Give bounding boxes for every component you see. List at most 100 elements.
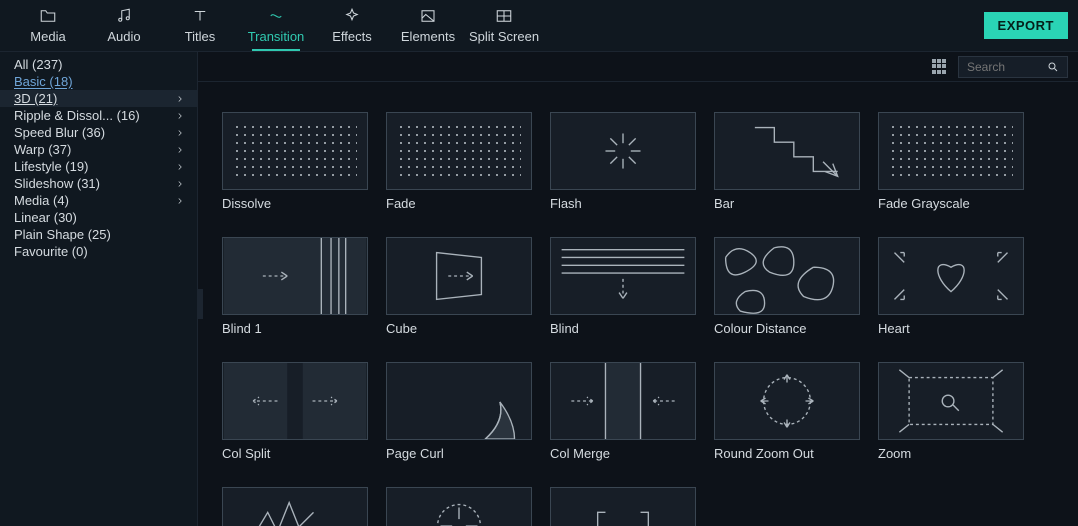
transition-item[interactable]: Flash <box>550 112 696 217</box>
transition-thumb <box>386 112 532 190</box>
transition-label: Col Merge <box>550 446 696 461</box>
transition-thumb <box>386 362 532 440</box>
transition-label: Blind <box>550 321 696 336</box>
transition-item[interactable]: Col Merge <box>550 362 696 467</box>
chevron-right-icon <box>175 196 185 206</box>
transition-item[interactable]: Zoom <box>878 362 1024 467</box>
tab-audio[interactable]: Audio <box>86 0 162 51</box>
transition-item[interactable]: Fade <box>386 112 532 217</box>
chevron-right-icon <box>175 94 185 104</box>
tab-titles[interactable]: Titles <box>162 0 238 51</box>
search-field[interactable] <box>958 56 1068 78</box>
transition-label: Flash <box>550 196 696 211</box>
transition-label: Zoom <box>878 446 1024 461</box>
search-input[interactable] <box>967 60 1047 74</box>
chevron-right-icon <box>175 179 185 189</box>
transition-item[interactable]: Round Zoom Out <box>714 362 860 467</box>
transition-item[interactable]: Page Curl <box>386 362 532 467</box>
transition-item[interactable]: Dissolve <box>222 112 368 217</box>
sidebar-item-3[interactable]: Ripple & Dissol... (16) <box>0 107 197 124</box>
sidebar-item-6[interactable]: Lifestyle (19) <box>0 158 197 175</box>
transition-label: Blind 1 <box>222 321 368 336</box>
transition-item[interactable] <box>386 487 532 526</box>
sidebar-item-2[interactable]: 3D (21) <box>0 90 197 107</box>
transition-thumb <box>386 237 532 315</box>
transition-grid: Dissolve Fade Flash Bar Fade Grayscale Blind … <box>198 82 1078 526</box>
sidebar-item-1[interactable]: Basic (18) <box>0 73 197 90</box>
sidebar-item-label: Linear (30) <box>14 210 77 225</box>
transition-label: Fade <box>386 196 532 211</box>
transition-thumb <box>550 487 696 526</box>
transition-item[interactable]: Heart <box>878 237 1024 342</box>
transition-thumb <box>222 487 368 526</box>
transition-item[interactable] <box>550 487 696 526</box>
sidebar-item-label: Slideshow (31) <box>14 176 100 191</box>
chevron-right-icon <box>175 145 185 155</box>
sidebar-item-label: 3D (21) <box>14 91 57 106</box>
transition-thumb <box>550 362 696 440</box>
category-sidebar: All (237) Basic (18) 3D (21) Ripple & Disso… <box>0 52 198 526</box>
tab-splitscreen[interactable]: Split Screen <box>466 0 542 51</box>
transition-thumb <box>714 112 860 190</box>
sidebar-item-label: Lifestyle (19) <box>14 159 88 174</box>
transition-item[interactable]: Bar <box>714 112 860 217</box>
sidebar-item-label: All (237) <box>14 57 62 72</box>
tab-media-label: Media <box>30 29 65 44</box>
sidebar-item-label: Media (4) <box>14 193 69 208</box>
sidebar-item-label: Ripple & Dissol... (16) <box>14 108 140 123</box>
chevron-right-icon <box>175 128 185 138</box>
chevron-right-icon <box>175 111 185 121</box>
transition-item[interactable] <box>222 487 368 526</box>
transition-label: Colour Distance <box>714 321 860 336</box>
transition-item[interactable]: Colour Distance <box>714 237 860 342</box>
tab-titles-label: Titles <box>185 29 216 44</box>
transition-thumb <box>878 237 1024 315</box>
tab-effects-label: Effects <box>332 29 372 44</box>
transition-label: Dissolve <box>222 196 368 211</box>
sidebar-item-10[interactable]: Plain Shape (25) <box>0 226 197 243</box>
export-button[interactable]: EXPORT <box>984 12 1068 39</box>
sidebar-item-label: Speed Blur (36) <box>14 125 105 140</box>
sidebar-item-label: Warp (37) <box>14 142 71 157</box>
transition-label: Col Split <box>222 446 368 461</box>
transition-item[interactable]: Fade Grayscale <box>878 112 1024 217</box>
transition-item[interactable]: Blind 1 <box>222 237 368 342</box>
tab-elements[interactable]: Elements <box>390 0 466 51</box>
transition-item[interactable]: Cube <box>386 237 532 342</box>
sidebar-item-11[interactable]: Favourite (0) <box>0 243 197 260</box>
transition-thumb <box>222 237 368 315</box>
sidebar-item-7[interactable]: Slideshow (31) <box>0 175 197 192</box>
tab-transition[interactable]: Transition <box>238 0 314 51</box>
transition-label: Fade Grayscale <box>878 196 1024 211</box>
sidebar-item-9[interactable]: Linear (30) <box>0 209 197 226</box>
tab-elements-label: Elements <box>401 29 455 44</box>
transition-label: Bar <box>714 196 860 211</box>
tab-media[interactable]: Media <box>10 0 86 51</box>
transition-label: Cube <box>386 321 532 336</box>
view-grid-icon[interactable] <box>932 59 948 75</box>
transition-thumb <box>878 362 1024 440</box>
tab-effects[interactable]: Effects <box>314 0 390 51</box>
transition-thumb <box>222 362 368 440</box>
sidebar-item-4[interactable]: Speed Blur (36) <box>0 124 197 141</box>
search-icon <box>1047 61 1059 73</box>
sidebar-item-label: Plain Shape (25) <box>14 227 111 242</box>
transition-thumb <box>550 112 696 190</box>
transition-thumb <box>386 487 532 526</box>
transition-item[interactable]: Col Split <box>222 362 368 467</box>
top-toolbar: Media Audio Titles Transition Effects El… <box>0 0 1078 52</box>
sidebar-item-8[interactable]: Media (4) <box>0 192 197 209</box>
transition-thumb <box>222 112 368 190</box>
transition-thumb <box>878 112 1024 190</box>
sidebar-item-label: Basic (18) <box>14 74 73 89</box>
transition-item[interactable]: Blind <box>550 237 696 342</box>
tab-splitscreen-label: Split Screen <box>469 29 539 44</box>
sidebar-item-5[interactable]: Warp (37) <box>0 141 197 158</box>
sidebar-item-0[interactable]: All (237) <box>0 56 197 73</box>
chevron-right-icon <box>175 162 185 172</box>
sidebar-collapse-handle[interactable] <box>197 289 203 319</box>
panel-toolbar <box>198 52 1078 82</box>
transition-thumb <box>714 362 860 440</box>
transition-label: Page Curl <box>386 446 532 461</box>
sidebar-item-label: Favourite (0) <box>14 244 88 259</box>
